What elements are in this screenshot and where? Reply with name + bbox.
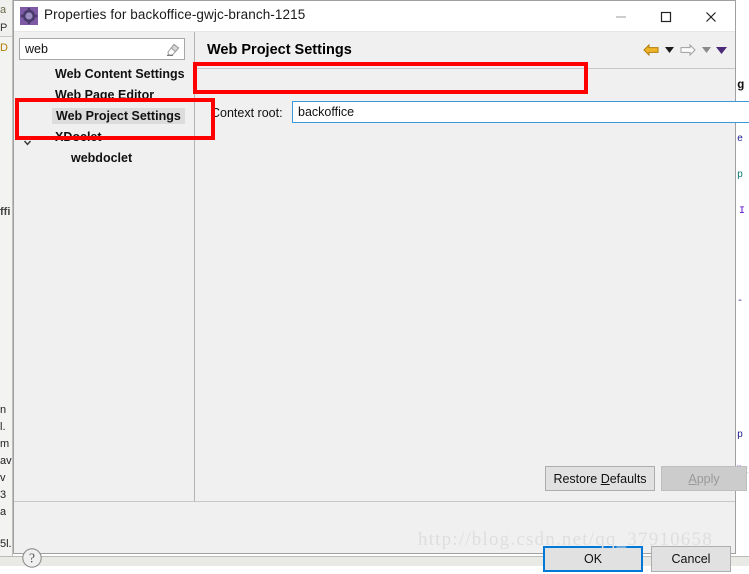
- menu-chevron-down-icon[interactable]: [714, 40, 729, 60]
- bg-fragment: D: [0, 42, 8, 54]
- back-arrow-icon[interactable]: [640, 40, 662, 60]
- settings-content-pane: Web Project Settings Context root: backo…: [195, 32, 749, 501]
- context-root-label: Context root:: [211, 106, 283, 120]
- tree-item-webdoclet[interactable]: webdoclet: [19, 149, 185, 170]
- apply-label: Apply: [688, 471, 720, 486]
- tree-item-label: XDoclet: [55, 130, 102, 144]
- bg-code-fragment: -: [737, 296, 744, 307]
- bg-code-fragment: p: [737, 170, 744, 181]
- bg-fragment-label: ffi: [0, 206, 11, 218]
- forward-history-chevron-down-icon[interactable]: [699, 40, 714, 60]
- bg-code-fragment: g: [737, 78, 745, 92]
- close-icon: [705, 11, 716, 22]
- forward-arrow-icon[interactable]: [677, 40, 699, 60]
- cancel-button[interactable]: Cancel: [651, 546, 731, 572]
- apply-button[interactable]: Apply: [661, 466, 747, 491]
- bg-code-fragment: I: [739, 206, 746, 217]
- bg-fragment: v: [0, 472, 6, 484]
- tree-item-label: webdoclet: [71, 151, 133, 165]
- svg-text:?: ?: [29, 551, 35, 566]
- bg-fragment: a: [0, 506, 7, 518]
- tree-item-label: Web Project Settings: [52, 108, 185, 124]
- settings-tree[interactable]: Web Content Settings Web Page Editor Web…: [19, 65, 185, 495]
- title-divider: [195, 68, 735, 69]
- close-button[interactable]: [688, 1, 733, 32]
- properties-gear-icon: [20, 7, 38, 25]
- settings-tree-pane: web Web Content Settings Web Page Editor: [16, 35, 193, 501]
- bg-fragment: a: [0, 4, 7, 16]
- bg-fragment: P: [0, 22, 8, 34]
- tree-item-web-content-settings[interactable]: Web Content Settings: [19, 65, 185, 86]
- bg-code-fragment: p: [737, 430, 744, 441]
- bg-fragment: 3: [0, 489, 7, 501]
- bg-fragment: l.: [0, 421, 6, 433]
- bg-fragment: av: [0, 455, 12, 467]
- tree-item-web-project-settings[interactable]: Web Project Settings: [19, 107, 185, 128]
- restore-defaults-button[interactable]: Restore Defaults: [545, 466, 655, 491]
- navigation-controls: [640, 40, 729, 60]
- dialog-footer: ? OK Cancel: [14, 502, 735, 572]
- minimize-icon: [615, 16, 626, 17]
- bg-fragment: n: [0, 404, 7, 416]
- restore-defaults-label: Restore Defaults: [553, 471, 647, 486]
- dialog-title: Properties for backoffice-gwjc-branch-12…: [44, 7, 306, 22]
- bg-code-fragment: e: [737, 134, 744, 145]
- page-title: Web Project Settings: [207, 42, 352, 58]
- context-root-value: backoffice: [298, 105, 355, 119]
- bg-fragment: m: [0, 438, 10, 450]
- clear-eraser-icon[interactable]: [166, 43, 180, 56]
- back-history-chevron-down-icon[interactable]: [662, 40, 677, 60]
- minimize-button[interactable]: [598, 1, 643, 32]
- properties-dialog: Properties for backoffice-gwjc-branch-12…: [13, 0, 749, 572]
- chevron-down-icon[interactable]: [23, 134, 32, 146]
- tree-item-web-page-editor[interactable]: Web Page Editor: [19, 86, 185, 107]
- bg-fragment: 5l.: [0, 538, 12, 550]
- filter-input-value: web: [25, 42, 48, 56]
- context-root-input[interactable]: backoffice: [292, 101, 749, 123]
- ok-button[interactable]: OK: [543, 546, 643, 572]
- tree-item-label: Web Page Editor: [55, 88, 155, 102]
- maximize-icon: [660, 11, 671, 22]
- tree-item-label: Web Content Settings: [55, 67, 185, 81]
- tree-item-xdoclet[interactable]: XDoclet: [19, 128, 185, 149]
- help-question-icon[interactable]: ?: [21, 547, 43, 569]
- maximize-button[interactable]: [643, 1, 688, 32]
- dialog-titlebar[interactable]: Properties for backoffice-gwjc-branch-12…: [14, 1, 735, 32]
- filter-input[interactable]: web: [19, 38, 185, 60]
